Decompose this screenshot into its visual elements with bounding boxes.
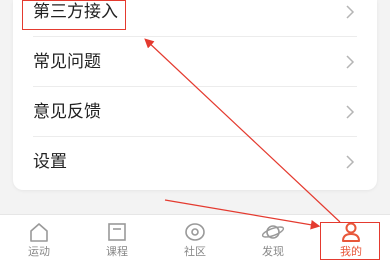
menu-item-label: 意见反馈: [33, 102, 101, 122]
tab-label: 发现: [262, 245, 284, 258]
chevron-right-icon: [346, 105, 355, 119]
menu-item-faq[interactable]: 常见问题: [13, 37, 377, 87]
menu-item-label: 设置: [33, 152, 67, 172]
chevron-right-icon: [346, 55, 355, 69]
annotation-highlight-third-party: [22, 0, 126, 30]
tab-course[interactable]: 课程: [78, 215, 156, 261]
menu-item-label: 常见问题: [33, 52, 101, 72]
eye-icon: [185, 223, 205, 241]
chevron-right-icon: [346, 5, 355, 19]
tab-sport[interactable]: 运动: [0, 215, 78, 261]
menu-item-feedback[interactable]: 意见反馈: [13, 87, 377, 137]
chevron-right-icon: [346, 155, 355, 169]
tab-label: 社区: [184, 245, 206, 258]
tab-label: 课程: [106, 245, 128, 258]
home-icon: [30, 223, 48, 242]
tab-community[interactable]: 社区: [156, 215, 234, 261]
tab-label: 运动: [28, 245, 50, 258]
annotation-highlight-mine-tab: [320, 222, 380, 260]
menu-item-settings[interactable]: 设置: [13, 137, 377, 187]
course-icon: [108, 223, 126, 241]
tab-discover[interactable]: 发现: [234, 215, 312, 261]
planet-icon: [261, 225, 285, 239]
